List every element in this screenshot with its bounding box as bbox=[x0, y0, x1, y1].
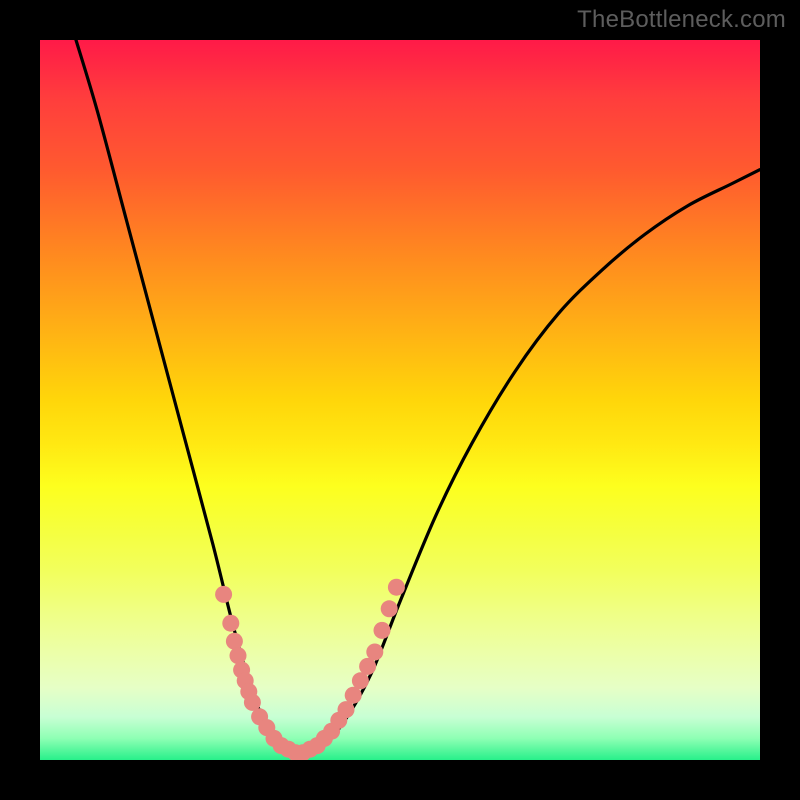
chart-container: TheBottleneck.com bbox=[0, 0, 800, 800]
chart-svg bbox=[40, 40, 760, 760]
marker-dot bbox=[374, 622, 391, 639]
marker-dot bbox=[230, 647, 247, 664]
marker-dot bbox=[215, 586, 232, 603]
plot-area bbox=[40, 40, 760, 760]
marker-dot bbox=[366, 644, 383, 661]
marker-dot bbox=[381, 600, 398, 617]
marker-dot bbox=[244, 694, 261, 711]
marker-dot bbox=[345, 687, 362, 704]
bottleneck-curve bbox=[76, 40, 760, 753]
marker-dot bbox=[388, 579, 405, 596]
curve-line bbox=[76, 40, 760, 753]
marker-dot bbox=[226, 633, 243, 650]
attribution-text: TheBottleneck.com bbox=[577, 6, 786, 34]
marker-dot bbox=[222, 615, 239, 632]
marker-dot bbox=[359, 658, 376, 675]
marker-dot bbox=[338, 701, 355, 718]
marker-dot bbox=[352, 672, 369, 689]
marker-points bbox=[215, 579, 405, 760]
